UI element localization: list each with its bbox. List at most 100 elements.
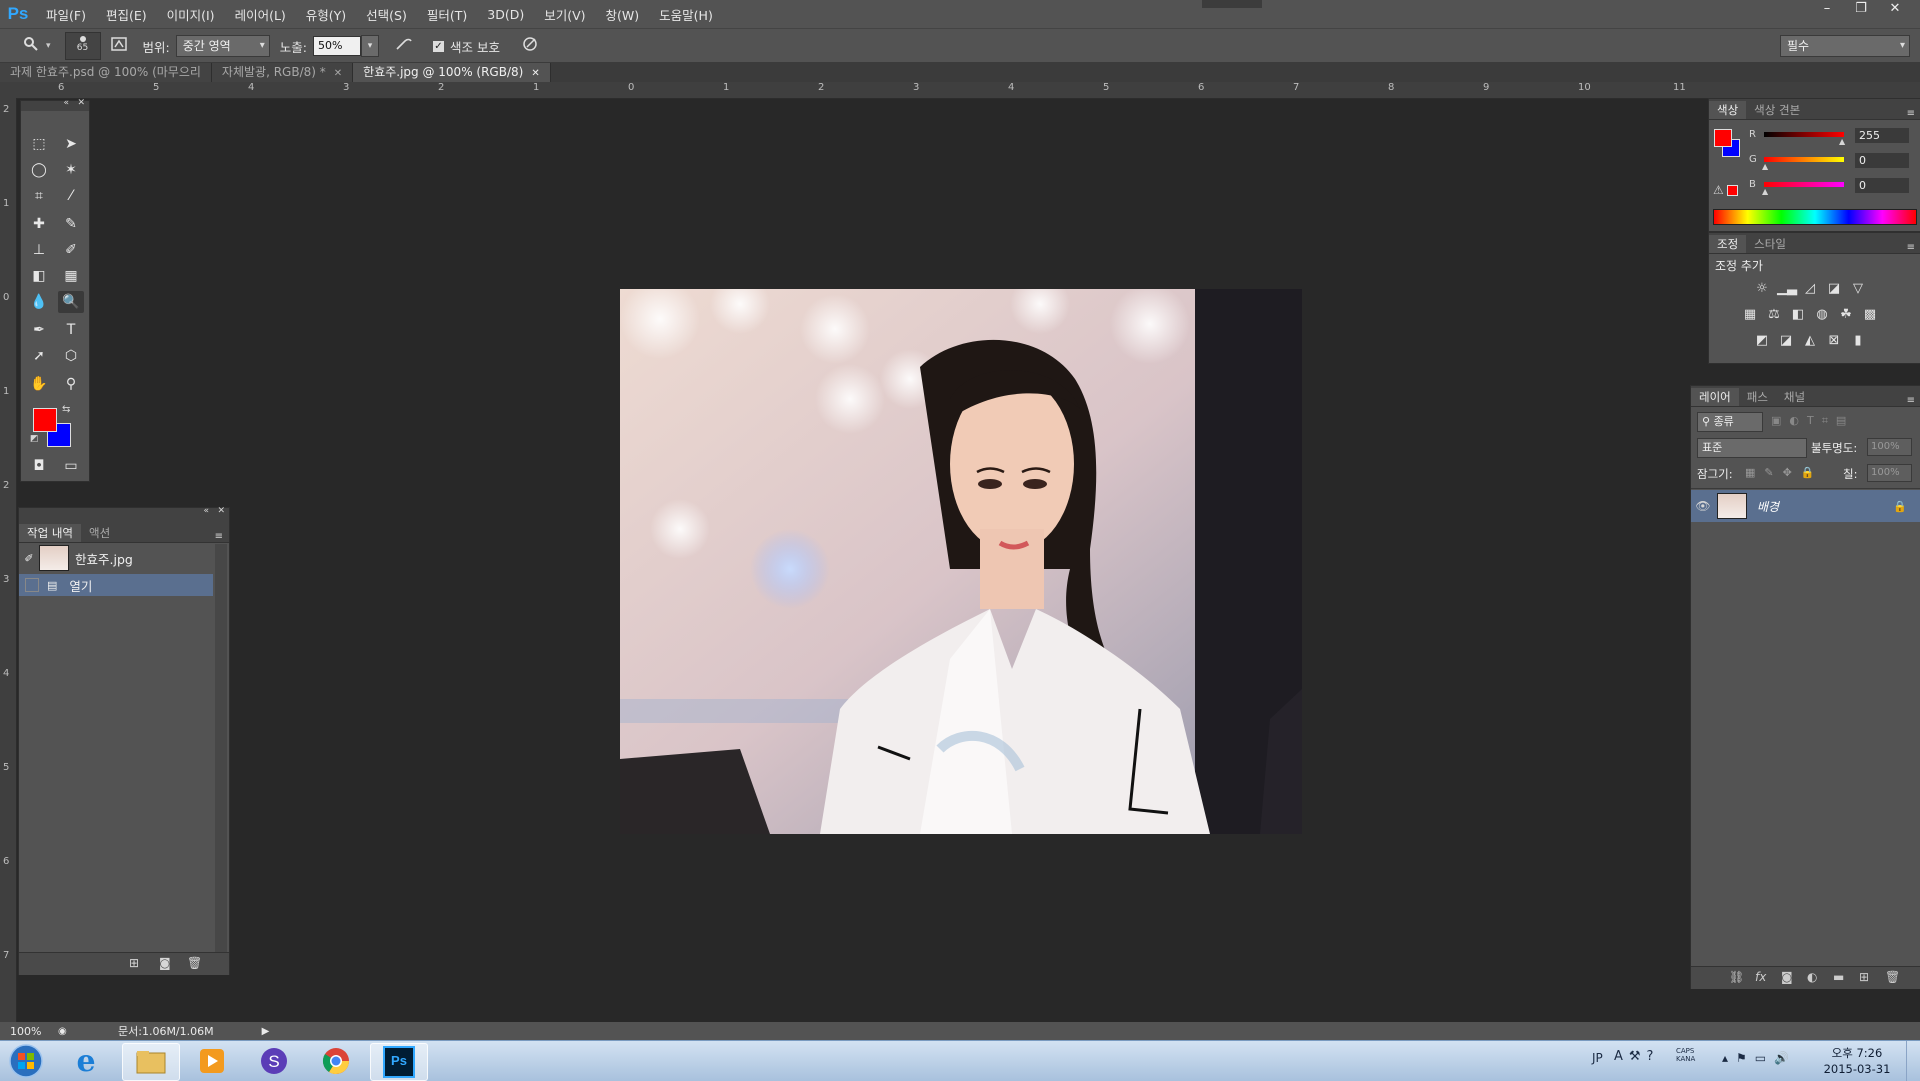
fx-icon[interactable]: fx bbox=[1755, 970, 1766, 984]
brush-icon[interactable]: ✎ bbox=[58, 213, 84, 235]
marquee-icon[interactable]: ⬚ bbox=[26, 133, 52, 155]
dodge-tool-preset-icon[interactable] bbox=[22, 36, 40, 56]
black-white-icon[interactable]: ◧ bbox=[1789, 307, 1807, 323]
slider-handle-icon[interactable]: ▲ bbox=[1762, 162, 1768, 171]
brush-panel-icon[interactable] bbox=[110, 37, 127, 55]
menu-filter[interactable]: 필터(T) bbox=[417, 5, 477, 24]
threshold-icon[interactable]: ◭ bbox=[1801, 333, 1819, 349]
zoom-level[interactable]: 100% bbox=[10, 1025, 54, 1038]
layer-row[interactable]: 👁 배경 🔒 bbox=[1691, 490, 1920, 522]
panel-menu-icon[interactable]: ≡ bbox=[215, 531, 229, 542]
clone-stamp-icon[interactable]: ⊥ bbox=[26, 239, 52, 261]
color-balance-icon[interactable]: ⚖ bbox=[1765, 307, 1783, 323]
collapse-icon[interactable]: « bbox=[203, 506, 209, 516]
new-document-from-state-icon[interactable]: ⊞ bbox=[129, 956, 139, 970]
color-spectrum-ramp[interactable] bbox=[1713, 209, 1917, 225]
ruler-horizontal[interactable]: 6 5 4 3 2 1 0 1 2 3 4 5 6 7 8 9 10 11 bbox=[0, 82, 1920, 99]
slider-g[interactable] bbox=[1764, 157, 1844, 162]
toolbox-header[interactable]: « ✕ bbox=[21, 98, 89, 111]
history-step[interactable]: ▤ 열기 bbox=[19, 574, 213, 596]
magic-wand-icon[interactable]: ✶ bbox=[58, 159, 84, 181]
status-info-icon[interactable]: ◉ bbox=[58, 1026, 88, 1037]
menu-image[interactable]: 이미지(I) bbox=[157, 5, 225, 24]
brush-size-picker[interactable]: 65 bbox=[64, 32, 101, 60]
layer-filter-icons[interactable]: ▣◐T⌗▤ bbox=[1771, 414, 1854, 428]
layer-filter-select[interactable]: ⚲ 종류 bbox=[1697, 412, 1763, 432]
default-colors-icon[interactable]: ◩ bbox=[30, 434, 39, 444]
blur-icon[interactable]: 💧 bbox=[26, 291, 52, 313]
clock-date[interactable]: 2015-03-31 bbox=[1822, 1062, 1892, 1076]
start-button[interactable] bbox=[0, 1043, 52, 1079]
opacity-input[interactable]: 100% bbox=[1867, 438, 1912, 456]
exposure-icon[interactable]: ◪ bbox=[1825, 281, 1843, 297]
range-select[interactable]: 중간 영역 bbox=[175, 35, 270, 57]
photo-filter-icon[interactable]: ◍ bbox=[1813, 307, 1831, 323]
system-tray-icons[interactable]: A⚒? bbox=[1614, 1049, 1659, 1064]
notification-icons[interactable]: ▴⚑▭🔊 bbox=[1722, 1051, 1797, 1065]
curves-icon[interactable]: ◿ bbox=[1801, 281, 1819, 297]
slider-handle-icon[interactable]: ▲ bbox=[1839, 137, 1845, 146]
panel-header[interactable]: « ✕ bbox=[19, 506, 229, 522]
chrome-icon[interactable] bbox=[308, 1043, 364, 1079]
menu-select[interactable]: 선택(S) bbox=[356, 5, 417, 24]
menu-layer[interactable]: 레이어(L) bbox=[225, 5, 296, 24]
trash-icon[interactable]: 🗑 bbox=[1885, 970, 1900, 984]
ruler-vertical[interactable]: 2 1 0 1 2 3 4 5 6 7 bbox=[0, 98, 17, 1028]
exposure-slider-toggle[interactable]: ▾ bbox=[360, 35, 379, 57]
swap-colors-icon[interactable]: ⇆ bbox=[62, 404, 70, 415]
close-button[interactable]: ✕ bbox=[1878, 0, 1912, 18]
fill-input[interactable]: 100% bbox=[1867, 464, 1912, 482]
color-lookup-icon[interactable]: ▩ bbox=[1861, 307, 1879, 323]
pen-icon[interactable]: ✒ bbox=[26, 319, 52, 341]
foreground-color-swatch[interactable] bbox=[33, 408, 57, 432]
adjustment-layer-icon[interactable]: ◐ bbox=[1807, 970, 1817, 984]
menu-window[interactable]: 창(W) bbox=[596, 5, 650, 24]
tab-color[interactable]: 색상 bbox=[1709, 101, 1747, 119]
workspace-select[interactable]: 필수 bbox=[1780, 35, 1910, 57]
menu-view[interactable]: 보기(V) bbox=[534, 5, 595, 24]
media-player-icon[interactable] bbox=[184, 1043, 240, 1079]
protect-tones-checkbox[interactable]: ✓ 색조 보호 bbox=[432, 37, 500, 56]
eraser-icon[interactable]: ◧ bbox=[26, 265, 52, 287]
vibrance-icon[interactable]: ▽ bbox=[1849, 281, 1867, 297]
type-icon[interactable]: T bbox=[58, 319, 84, 341]
panel-menu-icon[interactable]: ≡ bbox=[1907, 108, 1920, 119]
tab-swatches[interactable]: 색상 견본 bbox=[1746, 101, 1808, 119]
new-layer-icon[interactable]: ⊞ bbox=[1859, 970, 1869, 984]
levels-icon[interactable]: ▁▃ bbox=[1777, 281, 1797, 297]
close-icon[interactable]: ✕ bbox=[217, 506, 225, 516]
tab-document-2[interactable]: 자체발광, RGB/8) * ✕ bbox=[211, 63, 354, 82]
invert-icon[interactable]: ◩ bbox=[1753, 333, 1771, 349]
hue-saturation-icon[interactable]: ▦ bbox=[1741, 307, 1759, 323]
visibility-eye-icon[interactable]: 👁 bbox=[1691, 499, 1715, 513]
gamut-color-chip[interactable] bbox=[1727, 185, 1738, 196]
foreground-color-swatch[interactable] bbox=[1714, 129, 1732, 147]
internet-explorer-icon[interactable]: e bbox=[58, 1043, 114, 1079]
add-mask-icon[interactable]: ◙ bbox=[1781, 970, 1793, 984]
lock-icons[interactable]: ▦✎✥🔒 bbox=[1745, 466, 1824, 479]
menu-type[interactable]: 유형(Y) bbox=[296, 5, 356, 24]
tab-document-3[interactable]: 한효주.jpg @ 100% (RGB/8) ✕ bbox=[353, 63, 551, 82]
quick-mask-icon[interactable]: ◘ bbox=[26, 455, 52, 477]
restore-button[interactable]: ❐ bbox=[1844, 0, 1878, 18]
zoom-icon[interactable]: ⚲ bbox=[58, 373, 84, 395]
hand-icon[interactable]: ✋ bbox=[26, 373, 52, 395]
new-group-icon[interactable]: ▬ bbox=[1833, 970, 1844, 984]
history-brush-icon[interactable]: ✐ bbox=[58, 239, 84, 261]
status-menu-arrow-icon[interactable]: ▶ bbox=[262, 1026, 270, 1037]
collapse-icon[interactable]: « bbox=[63, 98, 69, 108]
menu-help[interactable]: 도움말(H) bbox=[649, 5, 723, 24]
airbrush-icon[interactable] bbox=[395, 37, 413, 55]
screen-mode-icon[interactable]: ▭ bbox=[58, 455, 84, 477]
menu-edit[interactable]: 편집(E) bbox=[96, 5, 157, 24]
input-b[interactable]: 0 bbox=[1855, 178, 1909, 193]
input-g[interactable]: 0 bbox=[1855, 153, 1909, 168]
tab-paths[interactable]: 패스 bbox=[1739, 388, 1776, 406]
panel-menu-icon[interactable]: ≡ bbox=[1907, 395, 1920, 406]
pressure-size-icon[interactable] bbox=[522, 36, 540, 56]
clock-time[interactable]: 오후 7:26 bbox=[1822, 1045, 1892, 1061]
path-select-icon[interactable]: ➚ bbox=[26, 345, 52, 367]
slider-handle-icon[interactable]: ▲ bbox=[1762, 187, 1768, 196]
crop-icon[interactable]: ⌗ bbox=[26, 185, 52, 207]
slider-b[interactable] bbox=[1764, 182, 1844, 187]
